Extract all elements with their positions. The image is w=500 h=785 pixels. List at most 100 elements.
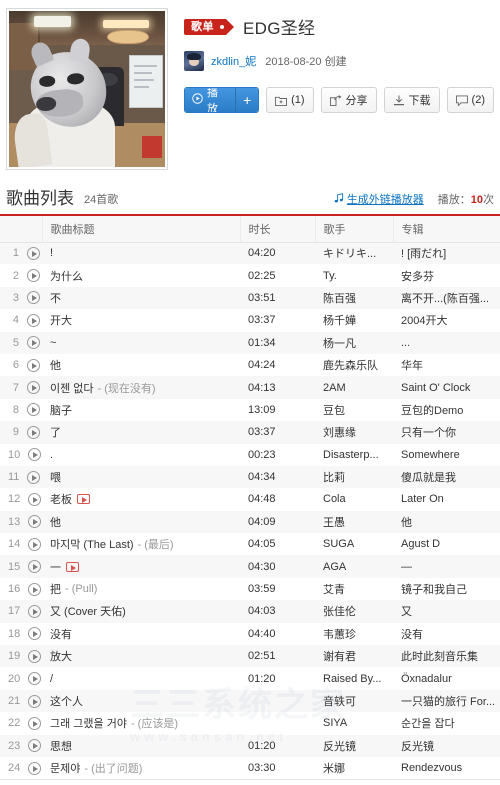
table-row[interactable]: 3 不 03:51 陈百强 离不开...(陈百强...	[0, 286, 500, 310]
song-artist[interactable]: 2AM	[315, 376, 393, 398]
row-play-icon[interactable]	[28, 560, 42, 574]
table-row[interactable]: 17 又 (Cover 天佑) 04:03 张佳伦又	[0, 600, 500, 623]
song-album[interactable]: 순간을 잡다	[393, 712, 500, 734]
song-title-cell[interactable]: 一	[42, 555, 240, 577]
share-button[interactable]: 分享	[320, 87, 377, 113]
song-title-cell[interactable]: 문제야 - (出了问题)	[42, 757, 240, 779]
song-album[interactable]: 他	[393, 511, 500, 533]
song-title-cell[interactable]: 把 - (Pull)	[42, 578, 240, 600]
song-artist[interactable]: Cola	[315, 488, 393, 510]
song-album[interactable]: 反光镜	[393, 735, 500, 757]
song-album[interactable]: 又	[393, 600, 500, 622]
song-album[interactable]: Rendezvous	[393, 757, 500, 779]
table-row[interactable]: 7 이젠 없다 - (现在没有) 04:13 2AM Saint O' Clock	[0, 376, 500, 399]
song-title-cell[interactable]: 他	[42, 354, 240, 376]
author-name-link[interactable]: zkdlin_妮	[211, 53, 256, 69]
row-play-icon[interactable]	[28, 716, 42, 730]
song-album[interactable]: Later On	[393, 488, 500, 510]
playlist-cover[interactable]	[6, 8, 168, 170]
song-artist[interactable]: 张佳伦	[315, 600, 393, 622]
song-album[interactable]: 只有一个你	[393, 421, 500, 443]
comment-button[interactable]: (2)	[446, 87, 494, 113]
song-artist[interactable]: 艾青	[315, 578, 393, 600]
song-title-cell[interactable]: 마지막 (The Last) - (最后)	[42, 533, 240, 555]
row-play-icon[interactable]	[28, 582, 42, 596]
table-row[interactable]: 19 放大 02:51 谢有君 此时此刻音乐集	[0, 645, 500, 668]
table-row[interactable]: 23 思想 01:20 反光镜 反光镜	[0, 734, 500, 757]
song-title-cell[interactable]: 脑子	[42, 399, 240, 421]
table-row[interactable]: 8 脑子 13:09 豆包 豆包的Demo	[0, 398, 500, 422]
row-play-icon[interactable]	[28, 537, 42, 551]
song-artist[interactable]: 刘惠缘	[315, 421, 393, 443]
song-title-cell[interactable]: 他	[42, 511, 240, 533]
song-title-cell[interactable]: 这个人	[42, 690, 240, 712]
download-button[interactable]: 下载	[383, 87, 440, 113]
row-play-icon[interactable]	[28, 515, 42, 529]
song-artist[interactable]: Disasterp...	[315, 444, 393, 466]
row-play-icon[interactable]	[27, 269, 40, 283]
song-album[interactable]: ! [雨だれ]	[393, 242, 500, 264]
song-artist[interactable]: 杨一凡	[315, 332, 393, 354]
mv-icon[interactable]	[77, 494, 90, 505]
song-artist[interactable]: 王愚	[315, 511, 393, 533]
play-button[interactable]: 播放	[185, 88, 237, 112]
table-row[interactable]: 15 一 04:30 AGA —	[0, 555, 500, 578]
table-row[interactable]: 6 他 04:24 鹿先森乐队 华年	[0, 353, 500, 377]
song-album[interactable]: Agust D	[393, 533, 500, 555]
song-artist[interactable]: 音轶可	[315, 690, 393, 712]
song-artist[interactable]: SUGA	[315, 533, 393, 555]
row-play-icon[interactable]	[28, 739, 42, 753]
song-artist[interactable]: 反光镜	[315, 735, 393, 757]
row-play-icon[interactable]	[27, 358, 40, 372]
song-title-cell[interactable]: 喂	[42, 466, 240, 488]
song-title-cell[interactable]: 没有	[42, 623, 240, 645]
table-row[interactable]: 2 为什么 02:25 Ty. 安多芬	[0, 264, 500, 287]
table-row[interactable]: 4 开大 03:37 杨千嬅 2004开大	[0, 309, 500, 332]
song-artist[interactable]: 杨千嬅	[315, 309, 393, 331]
song-artist[interactable]: SIYA	[315, 712, 393, 734]
table-row[interactable]: 10. 00:23 Disasterp... Somewhere	[0, 443, 500, 466]
song-title-cell[interactable]: 그래 그랬을 거야 - (应该是)	[42, 712, 240, 734]
song-album[interactable]: —	[393, 555, 500, 577]
row-play-icon[interactable]	[27, 336, 40, 350]
song-artist[interactable]: 陈百强	[315, 287, 393, 309]
song-title-cell[interactable]: 为什么	[42, 264, 240, 286]
song-title-cell[interactable]: !	[42, 242, 240, 264]
table-row[interactable]: 9 了 03:37 刘惠缘 只有一个你	[0, 421, 500, 444]
song-album[interactable]: 安多芬	[393, 264, 500, 286]
song-artist[interactable]: 比莉	[315, 466, 393, 488]
song-title-cell[interactable]: 思想	[42, 735, 240, 757]
song-artist[interactable]: AGA	[315, 555, 393, 577]
table-row[interactable]: 16 把 - (Pull) 03:59 艾青 镜子和我自己	[0, 577, 500, 601]
song-album[interactable]: 傻瓜就是我	[393, 466, 500, 488]
song-title-cell[interactable]: 不	[42, 287, 240, 309]
table-row[interactable]: 12 老板 04:48 Cola Later On	[0, 488, 500, 511]
song-album[interactable]: 此时此刻音乐集	[393, 645, 500, 667]
collect-button[interactable]: (1)	[266, 87, 314, 113]
row-play-icon[interactable]	[28, 649, 42, 663]
table-row[interactable]: 5 ~01:34 杨一凡...	[0, 331, 500, 354]
avatar[interactable]	[184, 51, 204, 71]
table-row[interactable]: 20 / 01:20 Raised By... Öxnadalur	[0, 667, 500, 690]
row-play-icon[interactable]	[28, 492, 42, 506]
song-title-cell[interactable]: 放大	[42, 645, 240, 667]
song-artist[interactable]: 豆包	[315, 399, 393, 421]
song-album[interactable]: 镜子和我自己	[393, 578, 500, 600]
table-row[interactable]: 22 그래 그랬을 거야 - (应该是) SIYA 순간을 잡다	[0, 712, 500, 735]
table-row[interactable]: 13 他 04:09 王愚他	[0, 510, 500, 534]
song-album[interactable]: Somewhere	[393, 444, 500, 466]
song-artist[interactable]: Raised By...	[315, 667, 393, 689]
row-play-icon[interactable]	[27, 291, 40, 305]
song-title-cell[interactable]: /	[42, 667, 240, 689]
song-artist[interactable]: 谢有君	[315, 645, 393, 667]
song-title-cell[interactable]: 又 (Cover 天佑)	[42, 600, 240, 622]
table-row[interactable]: 11 喂 04:34 比莉 傻瓜就是我	[0, 465, 500, 489]
row-play-icon[interactable]	[27, 246, 40, 260]
song-album[interactable]: 豆包的Demo	[393, 399, 500, 421]
song-title-cell[interactable]: 이젠 없다 - (现在没有)	[42, 376, 240, 398]
song-album[interactable]: 离不开...(陈百强...	[393, 287, 500, 309]
row-play-icon[interactable]	[27, 313, 40, 327]
song-album[interactable]: ...	[393, 332, 500, 354]
table-row[interactable]: 24 문제야 - (出了问题) 03:30 米娜 Rendezvous	[0, 756, 500, 780]
table-row[interactable]: 18 没有 04:40 韦蕙珍 没有	[0, 622, 500, 646]
